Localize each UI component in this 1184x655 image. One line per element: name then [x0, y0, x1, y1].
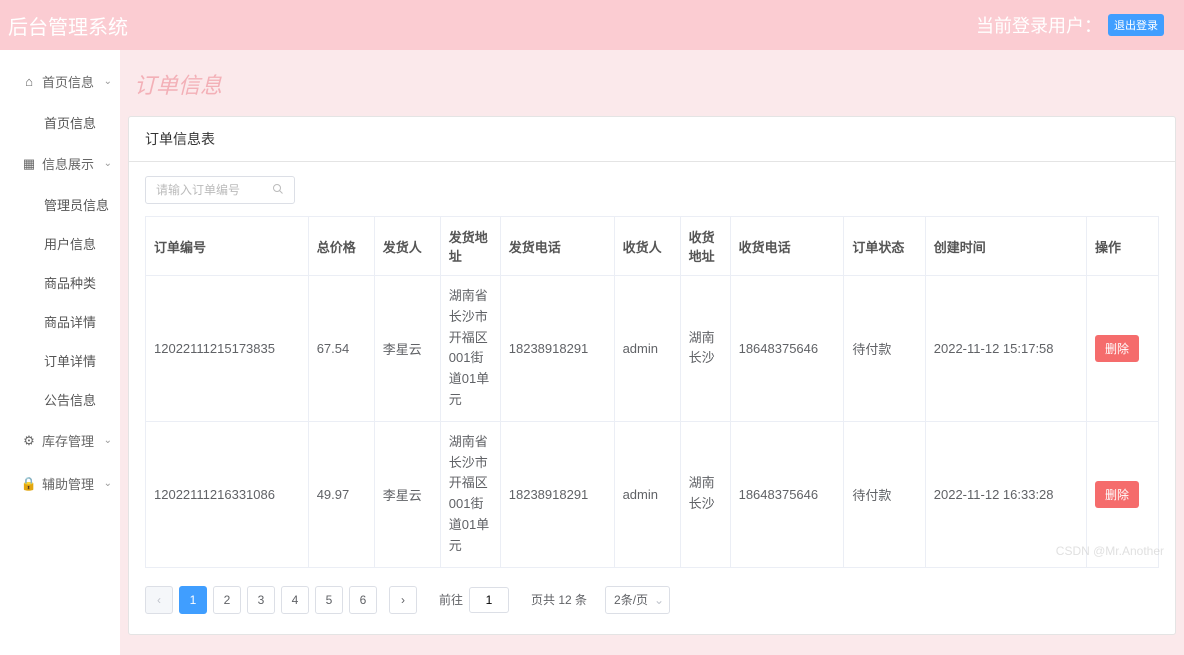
page-number-button[interactable]: 4: [281, 586, 309, 614]
col-status: 订单状态: [844, 217, 925, 276]
sidebar-group-label: 库存管理: [42, 431, 94, 450]
delete-button[interactable]: 删除: [1095, 335, 1139, 362]
cell-receiver: admin: [614, 421, 680, 567]
pagination: ‹ 123456 › 前往 页共 12 条 2条/页: [145, 586, 1159, 614]
goto-input[interactable]: [469, 587, 509, 613]
delete-button[interactable]: 删除: [1095, 481, 1139, 508]
current-user-label: 当前登录用户：: [976, 12, 1102, 38]
sidebar-item-goods-cat[interactable]: 商品种类: [0, 263, 120, 302]
gear-icon: ⚙: [22, 434, 36, 448]
page-number-button[interactable]: 6: [349, 586, 377, 614]
cell-order-no: 12022111216331086: [146, 421, 309, 567]
page-prev-button[interactable]: ‹: [145, 586, 173, 614]
cell-receiver-phone: 18648375646: [730, 421, 844, 567]
total-label: 页共 12 条: [531, 591, 587, 608]
cell-receiver-phone: 18648375646: [730, 276, 844, 422]
cell-order-no: 12022111215173835: [146, 276, 309, 422]
sidebar-group-info[interactable]: ▦ 信息展示 ⌄: [0, 142, 120, 185]
sidebar-group-home[interactable]: ⌂ 首页信息 ⌄: [0, 60, 120, 103]
sidebar-item-notice-info[interactable]: 公告信息: [0, 380, 120, 419]
grid-icon: ▦: [22, 157, 36, 171]
sidebar-group-label: 辅助管理: [42, 474, 94, 493]
sidebar-item-goods-detail[interactable]: 商品详情: [0, 302, 120, 341]
sidebar-group-stock[interactable]: ⚙ 库存管理 ⌄: [0, 419, 120, 462]
cell-sender-addr: 湖南省长沙市开福区001街道01单元: [440, 421, 500, 567]
watermark: CSDN @Mr.Another: [1056, 544, 1164, 558]
col-receiver-phone: 收货电话: [730, 217, 844, 276]
search-container: [145, 176, 295, 204]
chevron-down-icon: ⌄: [104, 76, 112, 87]
col-total: 总价格: [308, 217, 374, 276]
sidebar-group-aux[interactable]: 🔒 辅助管理 ⌄: [0, 462, 120, 505]
sidebar-item-user-info[interactable]: 用户信息: [0, 224, 120, 263]
sidebar: ⌂ 首页信息 ⌄ 首页信息 ▦ 信息展示 ⌄ 管理员信息 用户信息 商品种类 商…: [0, 50, 120, 655]
page-number-button[interactable]: 2: [213, 586, 241, 614]
app-header: 后台管理系统 当前登录用户： 退出登录: [0, 0, 1184, 50]
page-size-select[interactable]: 2条/页: [605, 586, 670, 614]
home-icon: ⌂: [22, 75, 36, 89]
page-number-button[interactable]: 5: [315, 586, 343, 614]
orders-table: 订单编号 总价格 发货人 发货地址 发货电话 收货人 收货地址 收货电话 订单状…: [145, 216, 1159, 568]
logout-button[interactable]: 退出登录: [1108, 14, 1164, 36]
cell-created: 2022-11-12 15:17:58: [925, 276, 1086, 422]
chevron-down-icon: ⌄: [104, 478, 112, 489]
cell-total: 49.97: [308, 421, 374, 567]
cell-sender-phone: 18238918291: [500, 421, 614, 567]
col-sender: 发货人: [374, 217, 440, 276]
col-sender-phone: 发货电话: [500, 217, 614, 276]
cell-sender: 李星云: [374, 276, 440, 422]
table-row: 1202211121633108649.97李星云湖南省长沙市开福区001街道0…: [146, 421, 1159, 567]
cell-status: 待付款: [844, 276, 925, 422]
lock-icon: 🔒: [22, 477, 36, 491]
sidebar-item-admin-info[interactable]: 管理员信息: [0, 185, 120, 224]
page-next-button[interactable]: ›: [389, 586, 417, 614]
chevron-down-icon: ⌄: [104, 158, 112, 169]
page-number-button[interactable]: 3: [247, 586, 275, 614]
cell-sender-addr: 湖南省长沙市开福区001街道01单元: [440, 276, 500, 422]
cell-receiver-addr: 湖南长沙: [680, 421, 730, 567]
col-action: 操作: [1086, 217, 1158, 276]
app-title: 后台管理系统: [8, 11, 128, 40]
search-input[interactable]: [156, 183, 272, 197]
cell-receiver-addr: 湖南长沙: [680, 276, 730, 422]
cell-status: 待付款: [844, 421, 925, 567]
main-content: 订单信息 订单信息表 订单编号 总价格 发货人 发货地: [120, 50, 1184, 655]
cell-receiver: admin: [614, 276, 680, 422]
page-number-button[interactable]: 1: [179, 586, 207, 614]
sidebar-item-home-info[interactable]: 首页信息: [0, 103, 120, 142]
chevron-down-icon: ⌄: [104, 435, 112, 446]
col-order-no: 订单编号: [146, 217, 309, 276]
sidebar-group-label: 首页信息: [42, 72, 94, 91]
col-sender-addr: 发货地址: [440, 217, 500, 276]
card-header: 订单信息表: [129, 117, 1175, 162]
search-icon: [272, 183, 284, 198]
cell-total: 67.54: [308, 276, 374, 422]
table-row: 1202211121517383567.54李星云湖南省长沙市开福区001街道0…: [146, 276, 1159, 422]
cell-sender-phone: 18238918291: [500, 276, 614, 422]
col-receiver-addr: 收货地址: [680, 217, 730, 276]
cell-action: 删除: [1086, 276, 1158, 422]
col-receiver: 收货人: [614, 217, 680, 276]
sidebar-group-label: 信息展示: [42, 154, 94, 173]
order-card: 订单信息表 订单编号 总价格 发货人 发货地址 发: [128, 116, 1176, 635]
table-header-row: 订单编号 总价格 发货人 发货地址 发货电话 收货人 收货地址 收货电话 订单状…: [146, 217, 1159, 276]
header-user-area: 当前登录用户： 退出登录: [976, 12, 1164, 38]
goto-label: 前往: [439, 591, 463, 608]
page-title: 订单信息: [128, 50, 1176, 116]
col-created: 创建时间: [925, 217, 1086, 276]
cell-sender: 李星云: [374, 421, 440, 567]
sidebar-item-order-detail[interactable]: 订单详情: [0, 341, 120, 380]
